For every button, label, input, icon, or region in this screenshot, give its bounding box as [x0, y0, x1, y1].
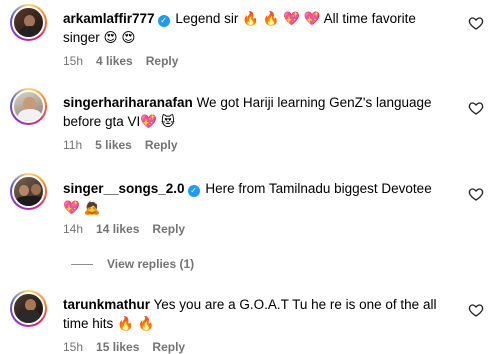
heart-outline-icon[interactable]: [468, 100, 484, 116]
avatar[interactable]: [10, 88, 47, 125]
comment-text: tarunkmathur Yes you are a G.O.A.T Tu he…: [63, 295, 443, 333]
heart-outline-icon[interactable]: [468, 302, 484, 318]
heart-outline-icon[interactable]: [468, 186, 484, 202]
comment-item: arkamlaffir777 ✓ Legend sir 🔥 🔥 💖 💖 All t…: [0, 0, 494, 80]
comment-meta: 15h 15 likes Reply: [63, 340, 185, 354]
timestamp: 14h: [63, 222, 84, 236]
timestamp: 11h: [63, 138, 83, 152]
view-replies-button[interactable]: View replies (1): [71, 257, 194, 271]
reply-button[interactable]: Reply: [145, 138, 178, 152]
comment-meta: 11h 5 likes Reply: [63, 138, 178, 152]
comment-text: singer__songs_2.0 ✓ Here from Tamilnadu b…: [63, 179, 443, 217]
reply-button[interactable]: Reply: [152, 340, 185, 354]
comment-item: singerhariharanafan We got Hariji learni…: [0, 88, 494, 158]
verified-badge-icon: ✓: [187, 185, 200, 197]
likes-count[interactable]: 14 likes: [96, 222, 139, 236]
comment-text: arkamlaffir777 ✓ Legend sir 🔥 🔥 💖 💖 All t…: [63, 9, 443, 47]
comment-meta: 15h 4 likes Reply: [63, 54, 178, 68]
avatar[interactable]: [10, 173, 47, 210]
likes-count[interactable]: 5 likes: [95, 138, 132, 152]
heart-outline-icon[interactable]: [468, 15, 484, 31]
reply-button[interactable]: Reply: [152, 222, 185, 236]
username[interactable]: singerhariharanafan: [63, 95, 193, 110]
comment-text: singerhariharanafan We got Hariji learni…: [63, 93, 443, 131]
username[interactable]: arkamlaffir777: [63, 11, 155, 26]
likes-count[interactable]: 15 likes: [96, 340, 139, 354]
view-replies-label: View replies (1): [107, 257, 195, 271]
avatar[interactable]: [10, 4, 47, 41]
username[interactable]: singer__songs_2.0: [63, 181, 185, 196]
comment-meta: 14h 14 likes Reply: [63, 222, 185, 236]
comment-item: singer__songs_2.0 ✓ Here from Tamilnadu b…: [0, 173, 494, 243]
timestamp: 15h: [63, 340, 84, 354]
divider-line: [71, 263, 93, 265]
comment-item: tarunkmathur Yes you are a G.O.A.T Tu he…: [0, 290, 494, 354]
verified-badge-icon: ✓: [157, 15, 170, 27]
avatar[interactable]: [10, 290, 47, 327]
likes-count[interactable]: 4 likes: [96, 54, 133, 68]
timestamp: 15h: [63, 54, 84, 68]
reply-button[interactable]: Reply: [146, 54, 179, 68]
username[interactable]: tarunkmathur: [63, 297, 150, 312]
